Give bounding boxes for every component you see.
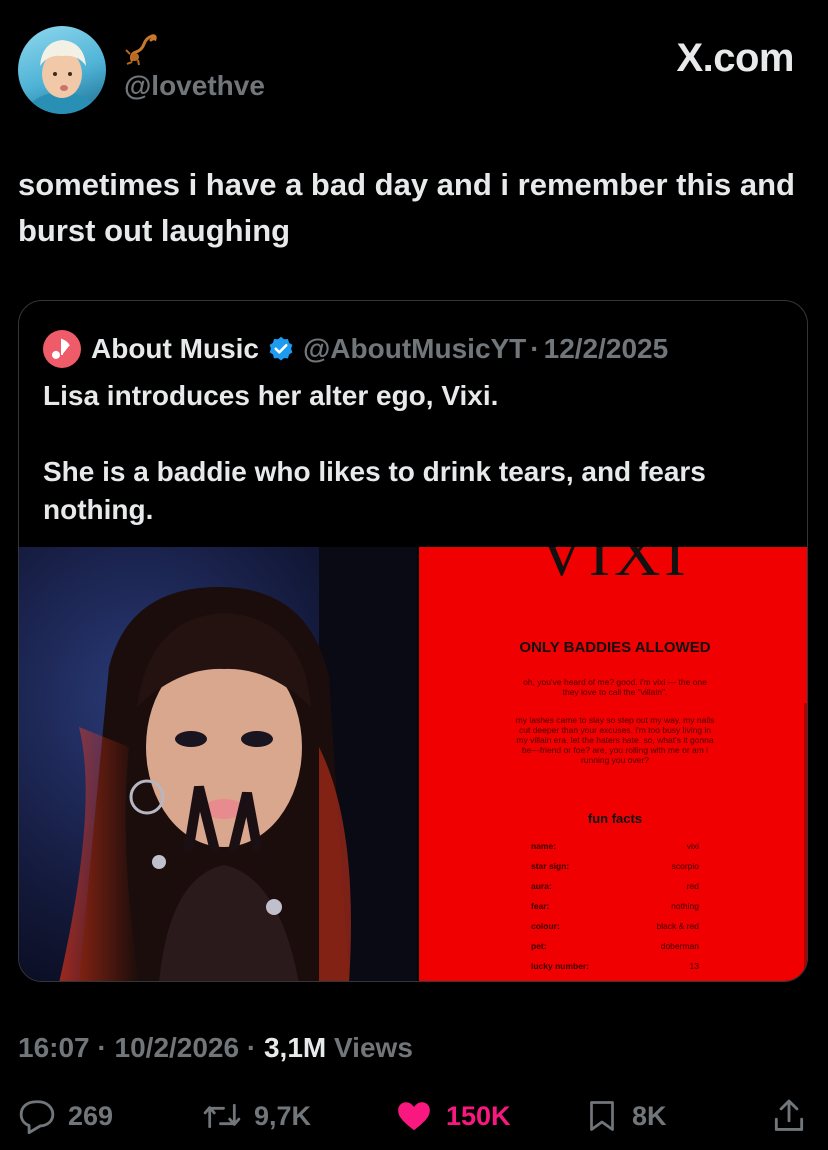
brand-logo: X.com <box>676 36 794 80</box>
reply-count: 269 <box>68 1100 114 1131</box>
quoted-author-name[interactable]: About Music <box>91 333 259 365</box>
quoted-media[interactable]: VIXI ONLY BADDIES ALLOWED oh, you've hea… <box>19 547 807 981</box>
meta-separator: · <box>530 333 540 364</box>
tweet-meta: 16:07 · 10/2/2026 · 3,1M Views <box>18 1032 413 1063</box>
fact-row: lucky number: 13 <box>531 961 699 971</box>
fact-row: pet: doberman <box>531 941 699 951</box>
vixi-poster[interactable]: VIXI ONLY BADDIES ALLOWED oh, you've hea… <box>419 547 807 981</box>
tweet-date[interactable]: 10/2/2026 <box>115 1032 240 1063</box>
views-count: 3,1M <box>263 1032 327 1063</box>
poster-scrollbar[interactable] <box>804 703 807 973</box>
poster-headline: ONLY BADDIES ALLOWED <box>519 639 711 656</box>
repost-icon <box>203 1103 241 1129</box>
quoted-author-handle[interactable]: @AboutMusicYT <box>303 333 526 365</box>
poster-body: my lashes came to slay so step out my wa… <box>515 715 715 765</box>
reply-button[interactable]: 269 <box>18 1094 113 1138</box>
quoted-header: About Music @AboutMusicYT · 12/2/2025 <box>43 329 668 369</box>
verified-badge-icon <box>269 336 293 361</box>
repost-count: 9,7K <box>254 1100 312 1131</box>
action-bar: 269 9,7K 150K 8K <box>18 1094 810 1138</box>
scorpion-icon <box>125 34 157 66</box>
music-note-icon <box>43 330 81 368</box>
reply-icon <box>19 1100 55 1135</box>
quoted-tweet[interactable]: About Music @AboutMusicYT · 12/2/2025 Li… <box>18 300 808 982</box>
like-count: 150K <box>446 1100 511 1131</box>
share-button[interactable] <box>770 1094 820 1138</box>
share-icon <box>774 1099 804 1131</box>
views-label: Views <box>334 1032 413 1063</box>
lisa-photo[interactable] <box>19 547 417 981</box>
repost-button[interactable]: 9,7K <box>202 1094 311 1138</box>
fact-row: aura: red <box>531 881 699 891</box>
fun-facts-title: fun facts <box>587 811 643 826</box>
bookmark-icon <box>590 1101 614 1131</box>
poster-intro: oh, you've heard of me? good. i'm vixi —… <box>523 677 707 697</box>
bookmark-button[interactable]: 8K <box>584 1094 667 1138</box>
fun-facts-list: name: vixi star sign: scorpio aura: red fea… <box>531 841 699 981</box>
like-button[interactable]: 150K <box>394 1094 511 1138</box>
tweet-text: sometimes i have a bad day and i remembe… <box>18 167 795 248</box>
poster-title: VIXI <box>538 547 690 589</box>
fact-row: name: vixi <box>531 841 699 851</box>
tweet-time[interactable]: 16:07 <box>18 1032 90 1063</box>
fact-row: fear: nothing <box>531 901 699 911</box>
author-handle[interactable]: @lovethve <box>124 70 265 102</box>
bookmark-count: 8K <box>632 1100 667 1131</box>
author-avatar[interactable] <box>18 26 106 114</box>
fact-row: star sign: scorpio <box>531 861 699 871</box>
quoted-text: Lisa introduces her alter ego, Vixi. She… <box>43 380 706 525</box>
quoted-date[interactable]: 12/2/2025 <box>544 333 669 365</box>
heart-icon <box>398 1102 430 1131</box>
fact-row: colour: black & red <box>531 921 699 931</box>
